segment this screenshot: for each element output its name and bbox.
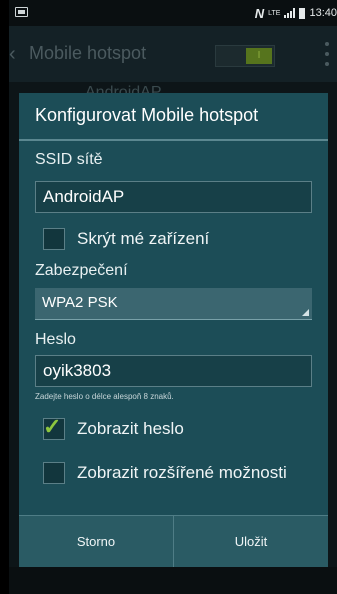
phone-screen: N LTE 13:40 ‹ Mobile hotspot I AndroidAP… — [9, 0, 337, 594]
security-label: Zabezpečení — [35, 262, 128, 279]
hide-device-checkbox[interactable] — [43, 228, 65, 250]
clock: 13:40 — [309, 7, 337, 19]
dropdown-arrow-icon — [302, 309, 309, 316]
status-bar: N LTE 13:40 — [9, 0, 337, 26]
checkmark-icon: ✓ — [43, 414, 62, 439]
show-password-checkbox[interactable]: ✓ — [43, 414, 65, 440]
dialog-header: Konfigurovat Mobile hotspot — [19, 93, 328, 139]
overflow-menu-icon[interactable] — [325, 42, 329, 66]
status-icons: N LTE 13:40 — [255, 4, 337, 22]
nfc-icon: N — [254, 5, 265, 21]
show-password-row[interactable]: ✓ Zobrazit heslo — [43, 414, 184, 442]
advanced-options-row[interactable]: Zobrazit rozšířené možnosti — [43, 460, 287, 486]
back-chevron-icon[interactable]: ‹ — [9, 44, 16, 64]
advanced-options-label: Zobrazit rozšířené možnosti — [77, 463, 287, 482]
ssid-input[interactable] — [36, 182, 311, 212]
hide-device-label: Skrýt mé zařízení — [77, 229, 210, 248]
password-label: Heslo — [35, 331, 76, 348]
password-input[interactable] — [36, 356, 311, 386]
cancel-button[interactable]: Storno — [19, 516, 173, 567]
action-bar-title[interactable]: Mobile hotspot — [29, 43, 146, 64]
password-hint: Zadejte heslo o délce alespoň 8 znaků. — [35, 392, 174, 401]
ssid-label: SSID sítě — [35, 151, 103, 168]
dialog-title: Konfigurovat Mobile hotspot — [35, 105, 259, 125]
show-password-label: Zobrazit heslo — [77, 419, 184, 438]
signal-icon — [284, 8, 296, 18]
toggle-knob: I — [246, 48, 272, 64]
password-field[interactable] — [35, 355, 312, 387]
advanced-options-checkbox[interactable] — [43, 462, 65, 484]
battery-icon — [299, 7, 306, 19]
dialog-title-divider — [19, 139, 328, 141]
lte-icon: LTE — [268, 9, 281, 17]
ssid-field[interactable] — [35, 181, 312, 213]
save-button[interactable]: Uložit — [174, 516, 328, 567]
notification-icon — [15, 7, 28, 17]
bottom-bar — [9, 567, 337, 594]
security-selected-value: WPA2 PSK — [42, 294, 118, 311]
hotspot-toggle[interactable]: I — [215, 45, 275, 67]
hide-device-row[interactable]: Skrýt mé zařízení — [43, 226, 209, 252]
dialog-buttons: Storno Uložit — [19, 515, 328, 567]
action-bar: ‹ Mobile hotspot I — [9, 26, 337, 82]
configure-hotspot-dialog: Konfigurovat Mobile hotspot SSID sítě Sk… — [19, 93, 328, 567]
security-select[interactable]: WPA2 PSK — [35, 288, 312, 320]
